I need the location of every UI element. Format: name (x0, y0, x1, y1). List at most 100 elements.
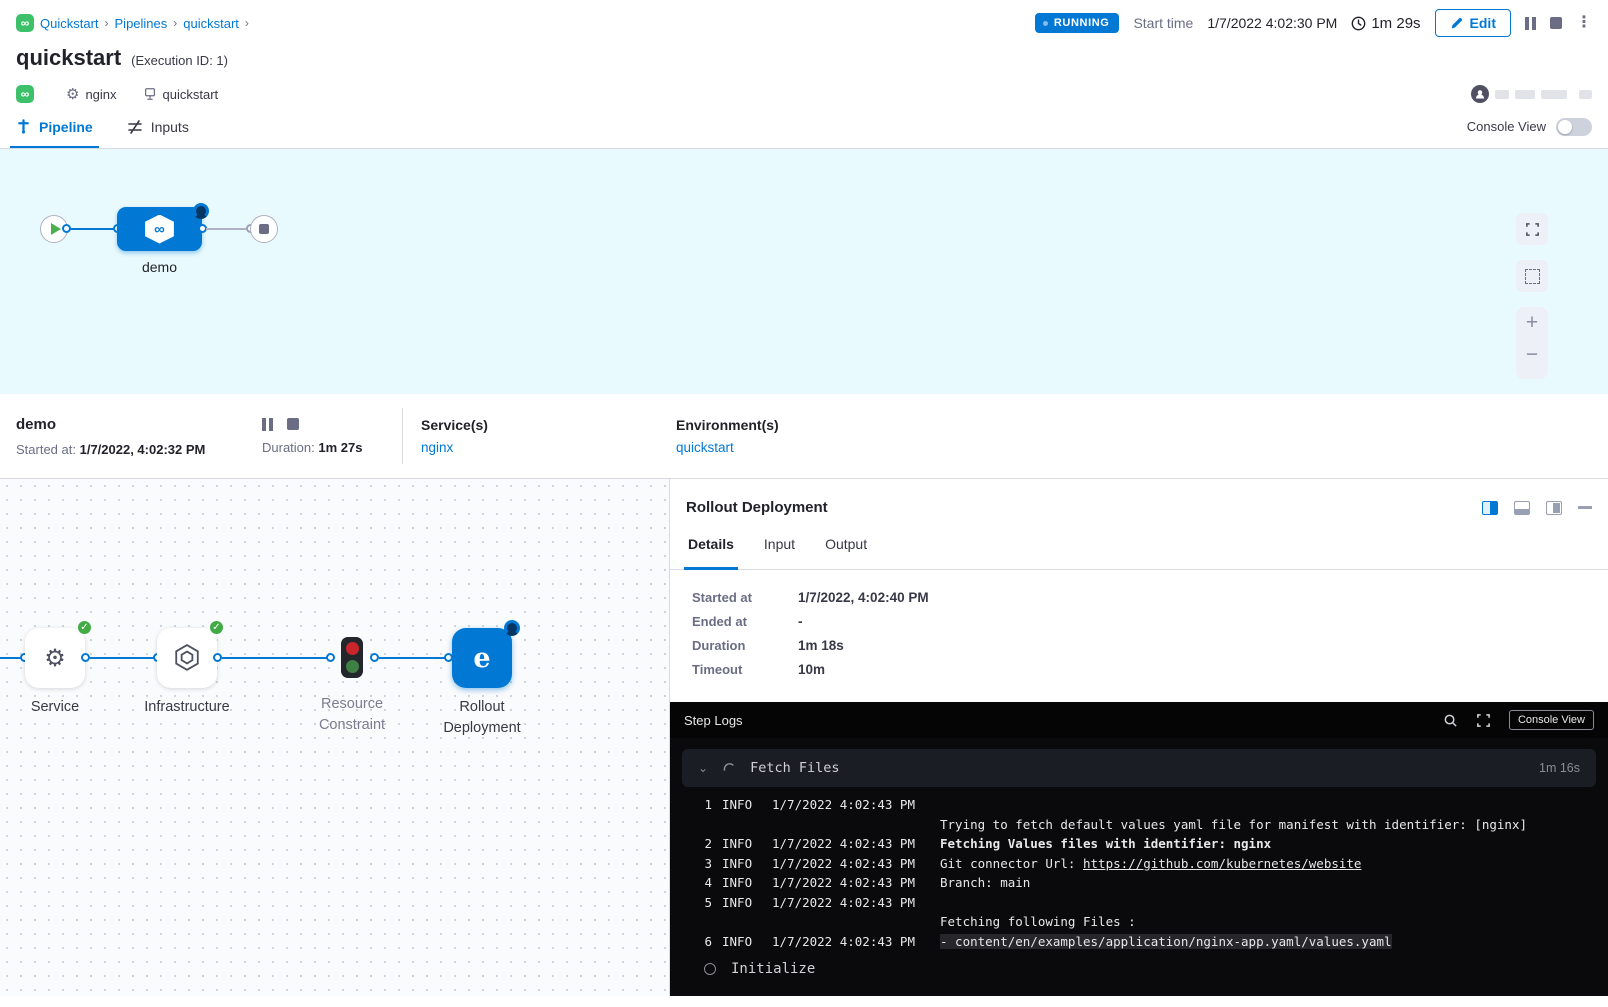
started-at-label: Started at: (16, 442, 76, 457)
breadcrumb-separator: › (245, 16, 249, 30)
detail-label: Started at (692, 590, 798, 605)
tab-details[interactable]: Details (688, 536, 734, 569)
tab-inputs[interactable]: Inputs (127, 105, 189, 148)
chevron-down-icon: ⌄ (698, 761, 708, 775)
service-link[interactable]: nginx (421, 440, 676, 455)
tab-input[interactable]: Input (764, 536, 795, 569)
environment-tag[interactable]: quickstart (143, 87, 219, 102)
pause-stage-button[interactable] (262, 418, 273, 431)
link-port (326, 653, 335, 662)
stop-stage-button[interactable] (287, 418, 299, 430)
log-line: 1INFO1/7/2022 4:02:43 PM (670, 795, 1608, 815)
log-section-initialize[interactable]: Initialize (704, 961, 1608, 977)
log-line: Trying to fetch default values yaml file… (670, 815, 1608, 835)
link-port (370, 653, 379, 662)
infrastructure-icon (174, 644, 200, 672)
running-spinner-icon (504, 620, 520, 636)
tab-pipeline[interactable]: Pipeline (16, 105, 93, 148)
step-details-panel: Rollout Deployment Details Input Output … (670, 479, 1608, 996)
exec-node-label: Resource Constraint (292, 694, 412, 736)
services-label: Service(s) (421, 417, 676, 433)
detail-value: 10m (798, 662, 825, 677)
page-header: ∞ Quickstart › Pipelines › quickstart › … (0, 0, 1608, 105)
log-section-name: Fetch Files (750, 760, 839, 776)
traffic-light-green-icon (346, 660, 359, 673)
stage-node-label: demo (117, 259, 202, 275)
pipeline-canvas[interactable]: ∞ demo + − (0, 149, 1608, 394)
step-logs-title: Step Logs (684, 713, 743, 728)
detail-label: Duration (692, 638, 798, 653)
exec-node-service[interactable]: ⚙ (25, 628, 85, 688)
duration-label: Duration: (262, 440, 315, 455)
link-port (62, 224, 71, 233)
pipeline-end-node[interactable] (250, 215, 278, 243)
zoom-controls: + − (1516, 307, 1548, 379)
log-section-fetch-files[interactable]: ⌄ Fetch Files 1m 16s (682, 749, 1596, 787)
resource-constraint-node[interactable] (341, 637, 363, 678)
harness-cd-icon: ∞ (16, 14, 34, 32)
module-tag: ∞ (16, 85, 40, 103)
git-connector-link[interactable]: https://github.com/kubernetes/website (1083, 856, 1361, 871)
breadcrumb: Quickstart › Pipelines › quickstart › (40, 16, 249, 31)
multi-select-button[interactable] (1516, 260, 1548, 292)
exec-node-label: Service (0, 697, 115, 718)
inputs-icon (127, 119, 143, 135)
fullscreen-icon (1525, 222, 1540, 237)
edit-button[interactable]: Edit (1435, 9, 1511, 37)
expand-logs-icon[interactable] (1476, 713, 1491, 728)
service-tag[interactable]: ⚙nginx (66, 85, 117, 103)
zoom-in-button[interactable]: + (1516, 307, 1548, 339)
tab-output[interactable]: Output (825, 536, 867, 569)
traffic-light-red-icon (346, 642, 359, 655)
step-logs-console: Step Logs Console View ⌄ Fetch Files 1m … (670, 702, 1608, 996)
environment-link[interactable]: quickstart (676, 440, 931, 455)
redacted-text (1495, 90, 1509, 99)
stage-node-demo[interactable]: ∞ (117, 207, 202, 251)
breadcrumb-quickstart[interactable]: Quickstart (40, 16, 99, 31)
step-details-table: Started at 1/7/2022, 4:02:40 PM Ended at… (670, 570, 1608, 702)
link-port (213, 653, 222, 662)
layout-float-icon[interactable] (1546, 501, 1562, 515)
more-options-button[interactable]: ⋮ (1576, 15, 1592, 31)
detail-label: Timeout (692, 662, 798, 677)
console-view-button[interactable]: Console View (1509, 710, 1594, 730)
exec-node-infrastructure[interactable] (157, 628, 217, 688)
log-line: 6INFO1/7/2022 4:02:43 PM- content/en/exa… (670, 932, 1608, 952)
zoom-out-button[interactable]: − (1516, 339, 1548, 371)
execution-id: (Execution ID: 1) (131, 53, 228, 68)
success-check-icon: ✓ (76, 619, 93, 636)
stop-execution-button[interactable] (1550, 17, 1562, 29)
pipeline-icon (16, 119, 31, 134)
execution-graph-canvas[interactable]: ⚙ ✓ Service ✓ Infrastructure Resource Co… (0, 479, 670, 996)
running-spinner-icon (193, 203, 209, 219)
pencil-icon (1450, 17, 1463, 30)
pipeline-link (66, 228, 119, 230)
breadcrumb-pipelines[interactable]: Pipelines (115, 16, 168, 31)
status-badge: RUNNING (1035, 13, 1120, 33)
cd-stage-icon: ∞ (144, 215, 176, 244)
layout-bottom-icon[interactable] (1514, 501, 1530, 515)
console-view-toggle[interactable] (1556, 118, 1592, 136)
pause-execution-button[interactable] (1525, 17, 1536, 30)
log-line: 2INFO1/7/2022 4:02:43 PMFetching Values … (670, 834, 1608, 854)
breadcrumb-pipeline-name[interactable]: quickstart (183, 16, 239, 31)
page-title: quickstart (16, 45, 121, 71)
started-at-value: 1/7/2022, 4:02:32 PM (80, 442, 206, 457)
fullscreen-button[interactable] (1516, 213, 1548, 245)
breadcrumb-separator: › (105, 16, 109, 30)
exec-node-rollout-deployment[interactable]: e (452, 628, 512, 688)
search-icon[interactable] (1443, 713, 1458, 728)
detail-value: - (798, 614, 803, 629)
log-line: Fetching following Files : (670, 912, 1608, 932)
status-dot-icon (1043, 21, 1048, 26)
gear-icon: ⚙ (66, 85, 79, 103)
success-check-icon: ✓ (208, 619, 225, 636)
minimize-panel-button[interactable] (1578, 506, 1592, 509)
layout-right-icon[interactable] (1482, 501, 1498, 515)
marquee-icon (1525, 269, 1540, 284)
environment-icon (143, 87, 157, 101)
harness-cd-icon: ∞ (16, 85, 34, 103)
redacted-text (1579, 90, 1592, 99)
duration-value: 1m 27s (318, 440, 362, 455)
detail-row: Duration 1m 18s (692, 638, 1608, 653)
